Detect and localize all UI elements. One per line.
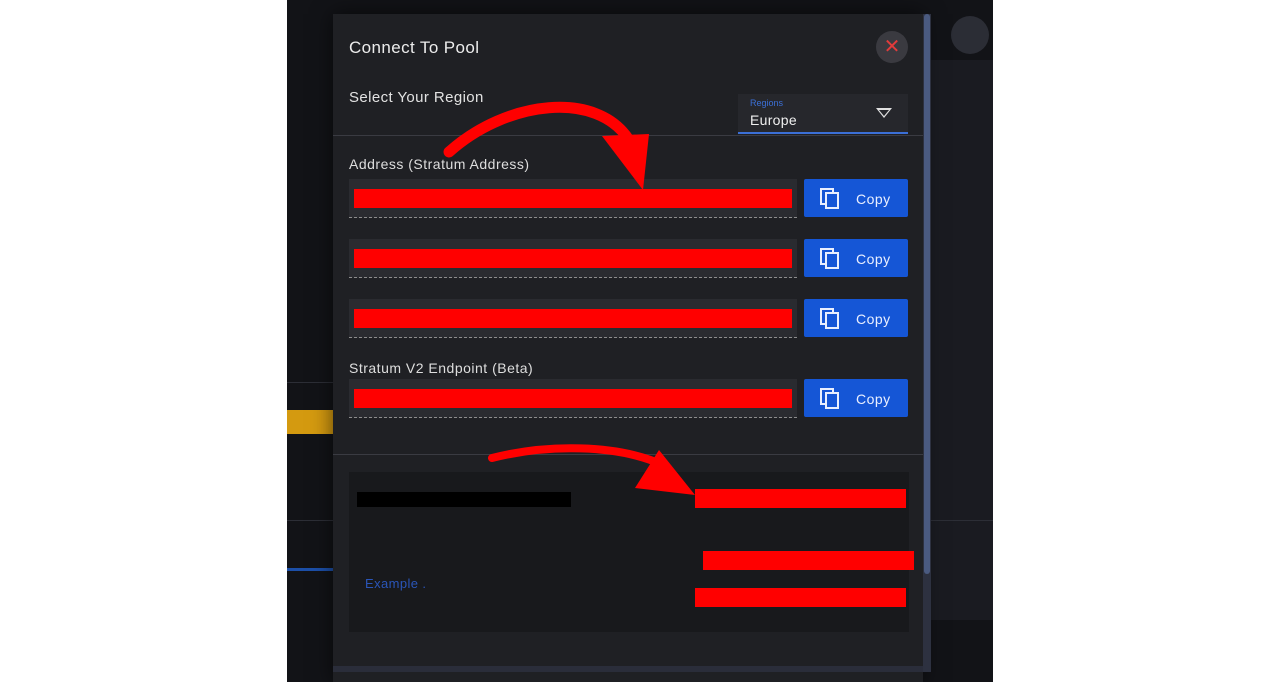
background-panel [931, 60, 993, 620]
copy-icon [820, 308, 839, 329]
section-divider [333, 135, 923, 136]
stratum-v2-endpoint-field[interactable] [349, 379, 797, 418]
redacted-address [354, 249, 792, 268]
redacted-heading [357, 492, 571, 507]
copy-button-label: Copy [856, 191, 891, 207]
copy-icon [820, 248, 839, 269]
copy-button-label: Copy [856, 251, 891, 267]
address-section-label: Address (Stratum Address) [349, 156, 530, 172]
connect-to-pool-dialog: Connect To Pool ✕ Select Your Region Reg… [333, 14, 923, 682]
stratum-address-field[interactable] [349, 239, 797, 278]
scrollbar-thumb[interactable] [924, 14, 930, 574]
region-label: Select Your Region [349, 89, 484, 106]
redacted-value [695, 588, 906, 607]
dialog-title: Connect To Pool [349, 38, 480, 57]
cloud-icon [951, 16, 989, 54]
background-divider [287, 520, 333, 521]
region-select-value: Europe [750, 112, 797, 128]
app-screen: Connect To Pool ✕ Select Your Region Reg… [287, 0, 993, 682]
example-link[interactable]: Example . [365, 576, 426, 591]
section-divider [333, 454, 923, 455]
copy-button-label: Copy [856, 391, 891, 407]
redacted-address [354, 309, 792, 328]
copy-button-label: Copy [856, 311, 891, 327]
copy-icon [820, 188, 839, 209]
redacted-value [695, 489, 906, 508]
close-icon: ✕ [883, 36, 901, 58]
copy-button[interactable]: Copy [804, 179, 908, 217]
region-select[interactable]: Regions Europe [738, 94, 908, 134]
background-highlight-bar [287, 410, 333, 434]
close-button[interactable]: ✕ [876, 31, 908, 63]
background-divider [931, 520, 993, 521]
chevron-down-icon [876, 108, 892, 118]
redacted-value [703, 551, 914, 570]
background-tab-indicator [287, 568, 333, 571]
copy-icon [820, 388, 839, 409]
copy-button[interactable]: Copy [804, 239, 908, 277]
redacted-address [354, 189, 792, 208]
copy-button[interactable]: Copy [804, 379, 908, 417]
copy-button[interactable]: Copy [804, 299, 908, 337]
stratum-address-field[interactable] [349, 179, 797, 218]
v2-endpoint-label: Stratum V2 Endpoint (Beta) [349, 360, 534, 376]
background-divider [287, 382, 333, 383]
stratum-address-field[interactable] [349, 299, 797, 338]
dialog-footer-edge [333, 666, 923, 672]
redacted-address [354, 389, 792, 408]
region-select-caption: Regions [750, 98, 784, 108]
